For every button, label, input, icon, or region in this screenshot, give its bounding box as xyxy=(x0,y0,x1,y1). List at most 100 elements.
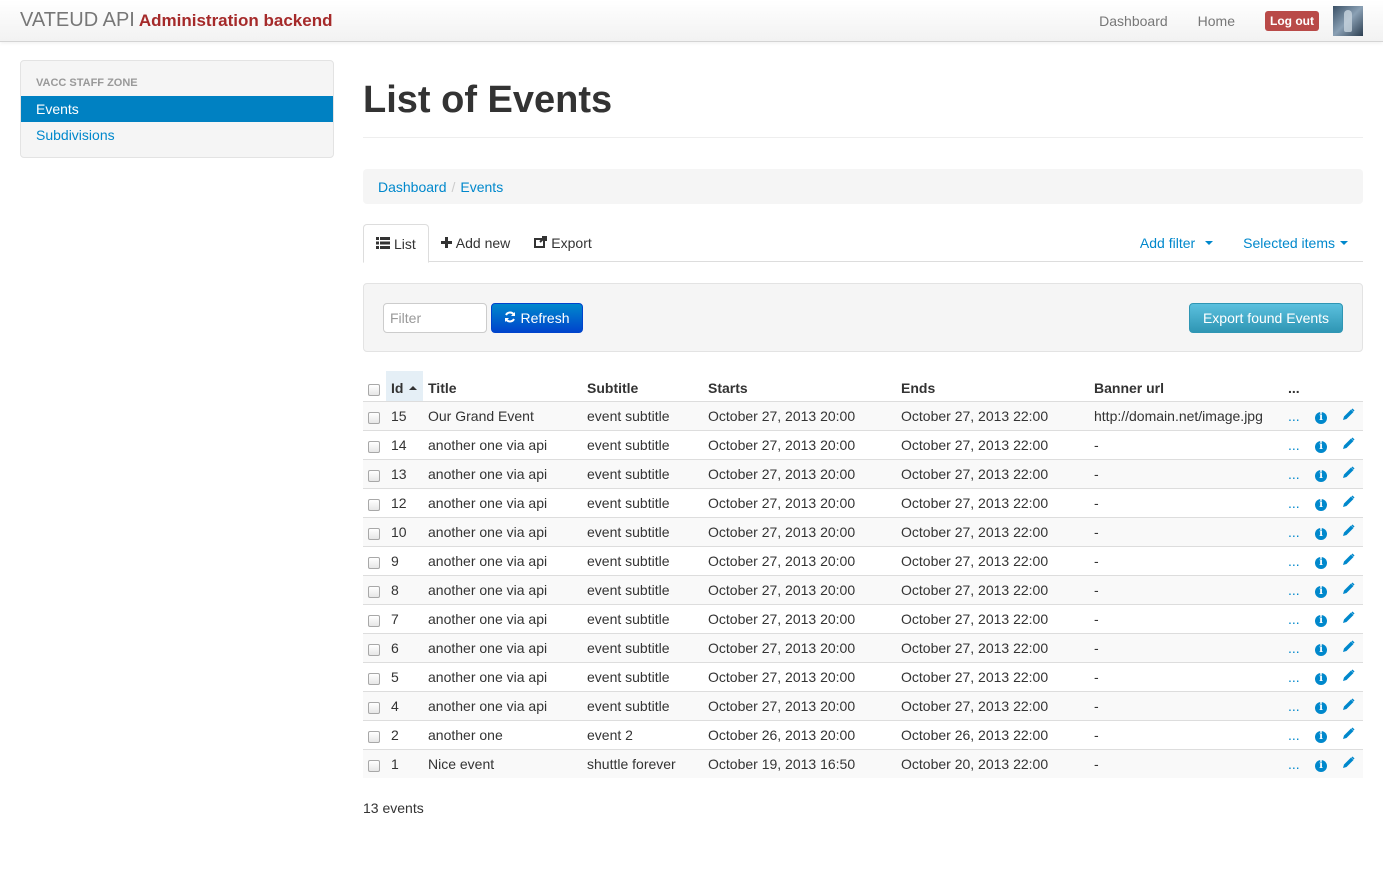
brand[interactable]: VATEUD API Administration backend xyxy=(20,9,332,32)
row-checkbox[interactable] xyxy=(368,441,380,454)
row-more-link[interactable]: ... xyxy=(1288,524,1300,540)
sidebar-item-events[interactable]: Events xyxy=(21,96,333,122)
row-checkbox[interactable] xyxy=(368,644,380,657)
info-icon[interactable]: i xyxy=(1315,644,1327,656)
info-icon[interactable]: i xyxy=(1315,586,1327,598)
tab-list[interactable]: List xyxy=(363,224,429,263)
row-more-link[interactable]: ... xyxy=(1288,553,1300,569)
row-checkbox-cell xyxy=(363,719,386,749)
pencil-icon[interactable] xyxy=(1342,465,1355,482)
row-info-cell: i xyxy=(1310,429,1337,459)
row-more-link[interactable]: ... xyxy=(1288,611,1300,627)
column-header-banner-url[interactable]: Banner url xyxy=(1089,371,1283,401)
breadcrumb-events[interactable]: Events xyxy=(460,179,503,195)
breadcrumb-dashboard[interactable]: Dashboard xyxy=(378,179,447,195)
cell-id: 9 xyxy=(386,545,423,575)
info-icon[interactable]: i xyxy=(1315,528,1327,540)
pencil-icon[interactable] xyxy=(1342,756,1355,772)
row-checkbox[interactable] xyxy=(368,731,380,744)
table-row: 8 another one via api event subtitle Octobe… xyxy=(363,574,1363,604)
row-more-link[interactable]: ... xyxy=(1288,582,1300,598)
row-checkbox[interactable] xyxy=(368,412,380,425)
cell-ends: October 27, 2013 22:00 xyxy=(896,429,1089,459)
row-more-link[interactable]: ... xyxy=(1288,756,1300,772)
row-checkbox[interactable] xyxy=(368,528,380,541)
logout-button[interactable]: Log out xyxy=(1265,11,1319,31)
cell-starts: October 27, 2013 20:00 xyxy=(703,429,896,459)
row-more-link[interactable]: ... xyxy=(1288,466,1300,482)
row-more-link[interactable]: ... xyxy=(1288,437,1300,453)
pencil-icon[interactable] xyxy=(1342,436,1355,453)
info-icon[interactable]: i xyxy=(1315,615,1327,627)
info-icon[interactable]: i xyxy=(1315,557,1327,569)
info-icon[interactable]: i xyxy=(1315,499,1327,511)
cell-subtitle: event subtitle xyxy=(582,400,703,430)
column-header-subtitle[interactable]: Subtitle xyxy=(582,371,703,401)
row-edit-cell xyxy=(1337,458,1363,488)
row-more-link[interactable]: ... xyxy=(1288,640,1300,656)
row-checkbox[interactable] xyxy=(368,470,380,483)
info-icon[interactable]: i xyxy=(1315,702,1327,714)
pencil-icon[interactable] xyxy=(1342,726,1355,743)
pencil-icon[interactable] xyxy=(1342,581,1355,598)
sidebar-header: VACC STAFF ZONE xyxy=(36,77,138,89)
refresh-label: Refresh xyxy=(520,310,570,326)
cell-banner-url: - xyxy=(1089,748,1283,778)
info-icon[interactable]: i xyxy=(1315,441,1327,453)
row-more-link[interactable]: ... xyxy=(1288,408,1300,424)
row-checkbox[interactable] xyxy=(368,615,380,628)
pencil-icon[interactable] xyxy=(1342,494,1355,511)
cell-banner-url: - xyxy=(1089,487,1283,517)
pencil-icon[interactable] xyxy=(1342,697,1355,714)
selected-items-dropdown[interactable]: Selected items xyxy=(1228,224,1363,262)
row-checkbox[interactable] xyxy=(368,760,380,773)
column-header-ends[interactable]: Ends xyxy=(896,371,1089,401)
row-more-link[interactable]: ... xyxy=(1288,698,1300,714)
row-checkbox[interactable] xyxy=(368,673,380,686)
info-icon[interactable]: i xyxy=(1315,760,1327,773)
row-info-cell: i xyxy=(1310,516,1337,546)
tab-list-label: List xyxy=(394,235,416,252)
cell-id: 7 xyxy=(386,603,423,633)
cell-starts: October 27, 2013 20:00 xyxy=(703,545,896,575)
main-content: List of Events Dashboard / Events List A… xyxy=(363,60,1363,816)
row-checkbox[interactable] xyxy=(368,586,380,599)
sidebar-item-subdivisions[interactable]: Subdivisions xyxy=(21,122,333,148)
info-icon[interactable]: i xyxy=(1315,470,1327,482)
row-checkbox[interactable] xyxy=(368,557,380,570)
pencil-icon[interactable] xyxy=(1342,668,1355,685)
pencil-icon[interactable] xyxy=(1342,610,1355,627)
caret-down-icon xyxy=(1340,241,1348,245)
nav-dashboard[interactable]: Dashboard xyxy=(1084,13,1183,29)
row-more-link[interactable]: ... xyxy=(1288,669,1300,685)
info-icon[interactable]: i xyxy=(1315,412,1327,424)
row-checkbox-cell xyxy=(363,400,386,430)
cell-banner-url: - xyxy=(1089,516,1283,546)
pencil-icon[interactable] xyxy=(1342,639,1355,656)
row-more-link[interactable]: ... xyxy=(1288,495,1300,511)
export-found-button[interactable]: Export found Events xyxy=(1189,303,1343,333)
tab-export[interactable]: Export xyxy=(522,224,603,262)
top-navbar: VATEUD API Administration backend Dashboa… xyxy=(0,0,1383,42)
row-actions-cell: ... xyxy=(1283,458,1310,488)
row-checkbox[interactable] xyxy=(368,499,380,512)
column-header-id[interactable]: Id xyxy=(386,371,423,401)
user-avatar[interactable] xyxy=(1333,6,1363,36)
select-all-checkbox[interactable] xyxy=(368,384,380,397)
filter-input[interactable] xyxy=(383,303,487,333)
pencil-icon[interactable] xyxy=(1342,523,1355,540)
row-checkbox[interactable] xyxy=(368,702,380,715)
column-header-starts[interactable]: Starts xyxy=(703,371,896,401)
column-header-title[interactable]: Title xyxy=(423,371,582,401)
pencil-icon[interactable] xyxy=(1342,552,1355,569)
add-filter-dropdown[interactable]: Add filter xyxy=(1125,224,1228,262)
info-icon[interactable]: i xyxy=(1315,731,1327,743)
tab-add-new[interactable]: Add new xyxy=(429,224,522,262)
info-icon[interactable]: i xyxy=(1315,673,1327,685)
row-actions-cell: ... xyxy=(1283,719,1310,749)
pencil-icon[interactable] xyxy=(1342,407,1355,424)
row-more-link[interactable]: ... xyxy=(1288,727,1300,743)
refresh-button[interactable]: Refresh xyxy=(491,303,583,333)
nav-home[interactable]: Home xyxy=(1183,13,1250,29)
cell-starts: October 27, 2013 20:00 xyxy=(703,690,896,720)
